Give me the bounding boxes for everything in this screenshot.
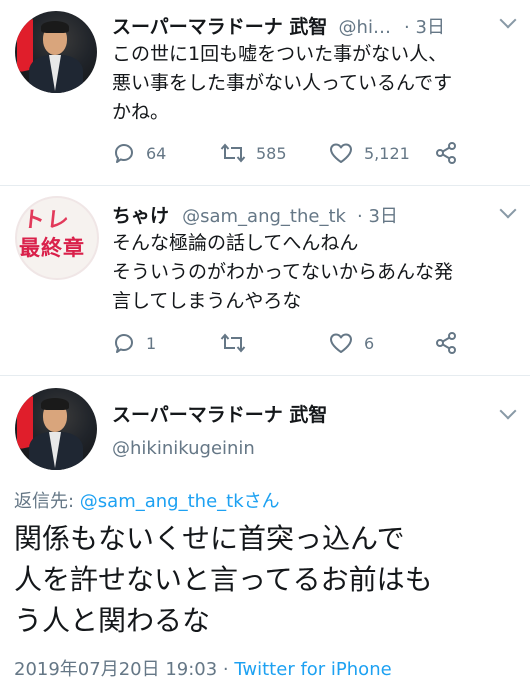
reply-button[interactable]: 1	[112, 331, 156, 355]
tweet-actions: 64 585 5,121	[112, 141, 512, 167]
client-link[interactable]: Twitter for iPhone	[234, 659, 391, 680]
share-icon	[436, 142, 456, 164]
share-button[interactable]	[434, 141, 458, 165]
heart-icon	[330, 143, 352, 163]
avatar-text: 最終章	[19, 237, 85, 260]
divider	[0, 375, 530, 376]
display-name[interactable]: ちゃけ	[112, 205, 169, 227]
retweet-count: 585	[256, 143, 287, 163]
timestamp[interactable]: · 3日	[357, 206, 398, 227]
like-button[interactable]: 5,121	[328, 141, 410, 165]
chevron-down-icon[interactable]	[499, 402, 517, 420]
tweet-header: スーパーマラドーナ 武智 @hi… · 3日	[112, 12, 445, 39]
retweet-button[interactable]	[220, 331, 256, 355]
handle[interactable]: @hi…	[339, 17, 391, 38]
reply-icon	[115, 144, 133, 163]
tweet-meta: 2019年07月20日 19:03 · Twitter for iPhone	[14, 655, 392, 681]
like-count: 5,121	[364, 143, 410, 163]
avatar-text: トレ	[21, 207, 73, 232]
retweet-icon	[220, 143, 246, 163]
reply-icon	[115, 334, 133, 353]
avatar[interactable]: トレ 最終章	[15, 196, 99, 280]
tweet-text: 関係もないくせに首突っ込んで 人を許せないと言ってるお前はも う人と関わるな	[14, 522, 433, 637]
divider	[0, 185, 530, 186]
tweet-text: そんな極論の話してへんねん そういうのがわかってないからあんな発 言してしまうん…	[112, 232, 454, 312]
heart-icon	[330, 333, 352, 353]
like-count: 6	[364, 333, 375, 353]
tweet-header: ちゃけ @sam_ang_the_tk · 3日	[112, 201, 398, 228]
share-icon	[436, 332, 456, 354]
reply-count: 1	[146, 333, 157, 353]
timestamp: 2019年07月20日 19:03 ·	[14, 659, 235, 680]
reply-suffix: さん	[243, 491, 280, 512]
reply-context: 返信先: @sam_ang_the_tkさん	[14, 487, 280, 513]
display-name[interactable]: スーパーマラドーナ 武智	[112, 16, 327, 38]
timestamp[interactable]: · 3日	[404, 17, 445, 38]
tweet-text: この世に1回も嘘をついた事がない人、 悪い事をした事がない人っているんです かね…	[112, 43, 453, 123]
reply-button[interactable]: 64	[112, 141, 166, 165]
retweet-button[interactable]: 585	[220, 141, 287, 165]
avatar-hair	[41, 398, 69, 410]
handle[interactable]: @sam_ang_the_tk	[182, 206, 346, 227]
avatar-hair	[41, 21, 69, 33]
like-button[interactable]: 6	[328, 331, 374, 355]
tweet-actions: 1 6	[112, 331, 512, 357]
chevron-down-icon[interactable]	[499, 201, 517, 219]
share-button[interactable]	[434, 331, 458, 355]
reply-prefix: 返信先:	[14, 491, 80, 512]
display-name[interactable]: スーパーマラドーナ 武智	[112, 400, 327, 427]
handle[interactable]: @hikinikugeinin	[112, 438, 255, 459]
retweet-icon	[220, 333, 246, 353]
avatar[interactable]	[15, 11, 97, 93]
avatar[interactable]	[15, 388, 97, 470]
chevron-down-icon[interactable]	[499, 11, 517, 29]
reply-count: 64	[146, 143, 167, 163]
reply-handle-link[interactable]: @sam_ang_the_tk	[80, 491, 244, 512]
